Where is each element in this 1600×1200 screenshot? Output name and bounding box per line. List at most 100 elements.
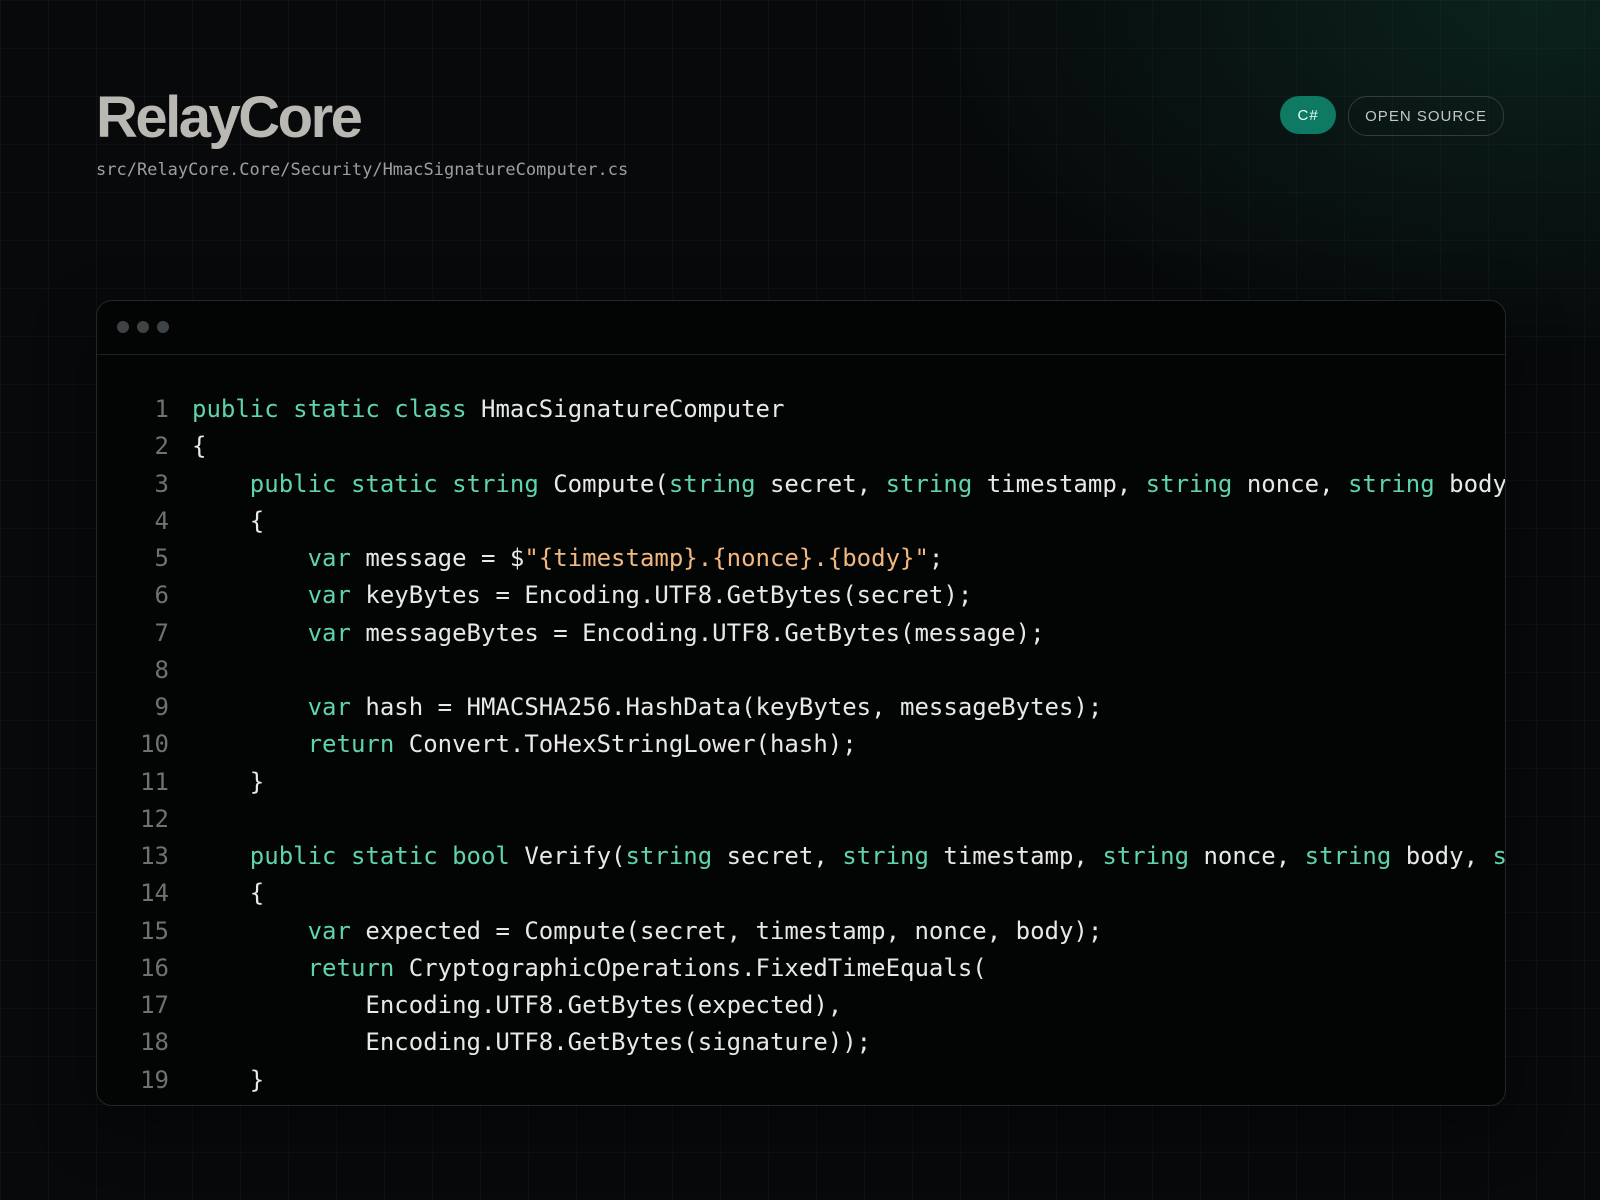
window-titlebar	[97, 301, 1505, 355]
keyword-token: string	[1304, 842, 1392, 870]
code-text: }	[192, 764, 264, 801]
keyword-token: public static bool	[249, 842, 510, 870]
code-text: public static class HmacSignatureCompute…	[192, 391, 784, 428]
line-number: 16	[140, 953, 169, 982]
keyword-token: s	[1492, 842, 1506, 870]
brand-title: RelayCore	[96, 85, 363, 150]
keyword-token: public static string	[249, 469, 539, 498]
line-number: 18	[140, 1028, 169, 1057]
code-line: 19 }	[97, 1062, 1505, 1099]
code-text: var message = $"{timestamp}.{nonce}.{bod…	[192, 540, 944, 577]
code-text: public static bool Verify(string secret,…	[192, 838, 1506, 875]
code-token: keyBytes = Encoding.UTF8.GetBytes(secret…	[350, 581, 973, 610]
file-path: src/RelayCore.Core/Security/HmacSignatur…	[96, 160, 629, 180]
keyword-token: string	[885, 469, 973, 498]
maximize-dot-icon[interactable]	[157, 321, 169, 333]
code-line: 15 var expected = Compute(secret, timest…	[97, 913, 1505, 950]
line-number: 4	[154, 506, 169, 535]
keyword-token: string	[625, 842, 713, 870]
keyword-token: string	[1347, 469, 1435, 498]
window-controls	[117, 321, 169, 333]
string-token: "{timestamp}.{nonce}.{body}"	[524, 544, 929, 572]
code-token: Compute(	[538, 469, 669, 498]
badge-group: C# OPEN SOURCE	[1280, 96, 1504, 136]
keyword-token: string	[842, 842, 929, 870]
line-number: 12	[140, 804, 169, 833]
code-line: 18 Encoding.UTF8.GetBytes(signature));	[97, 1024, 1505, 1061]
line-number: 13	[140, 842, 169, 870]
code-token: }	[192, 767, 265, 796]
keyword-token: public static class	[192, 395, 467, 423]
code-token: message = $	[350, 544, 525, 572]
code-line: 5 var message = $"{timestamp}.{nonce}.{b…	[97, 540, 1505, 577]
code-text: {	[192, 428, 206, 465]
line-number: 5	[154, 544, 169, 572]
code-token: nonce,	[1232, 469, 1348, 498]
code-token: Encoding.UTF8.GetBytes(signature));	[192, 1028, 872, 1057]
code-token: secret,	[712, 842, 843, 870]
line-number: 8	[154, 655, 169, 684]
code-text: return CryptographicOperations.FixedTime…	[192, 950, 987, 987]
line-number: 19	[140, 1065, 169, 1094]
code-line: 16 return CryptographicOperations.FixedT…	[97, 950, 1505, 987]
open-source-badge[interactable]: OPEN SOURCE	[1348, 96, 1504, 136]
keyword-token: var	[307, 693, 351, 721]
line-number: 7	[154, 618, 169, 647]
line-number: 17	[140, 991, 169, 1019]
code-token: messageBytes = Encoding.UTF8.GetBytes(me…	[350, 618, 1045, 647]
code-token: hash = HMACSHA256.HashData(keyBytes, mes…	[350, 693, 1103, 721]
code-token: ;	[928, 544, 944, 572]
code-block[interactable]: 1 public static class HmacSignatureComput…	[97, 391, 1505, 1105]
code-text: {	[192, 503, 264, 540]
code-line: 17 Encoding.UTF8.GetBytes(expected),	[97, 987, 1505, 1024]
line-number: 10	[140, 730, 169, 759]
line-number: 2	[154, 432, 169, 461]
code-text: Encoding.UTF8.GetBytes(signature));	[192, 1024, 871, 1061]
minimize-dot-icon[interactable]	[137, 321, 149, 333]
header: RelayCore src/RelayCore.Core/Security/Hm…	[96, 86, 1504, 196]
code-token: timestamp,	[972, 469, 1146, 498]
code-line: 9 var hash = HMACSHA256.HashData(keyByte…	[97, 689, 1505, 726]
code-token: {	[192, 506, 265, 535]
keyword-token: return	[307, 730, 395, 759]
language-badge[interactable]: C#	[1280, 96, 1337, 134]
code-line: 13 public static bool Verify(string secr…	[97, 838, 1505, 875]
code-token: {	[192, 879, 265, 908]
line-number: 3	[154, 469, 169, 498]
keyword-token: string	[1145, 469, 1233, 498]
close-dot-icon[interactable]	[117, 321, 129, 333]
code-line: 3 public static string Compute(string se…	[97, 466, 1505, 503]
keyword-token: return	[307, 953, 395, 982]
code-line: 4 {	[97, 503, 1505, 540]
code-token: nonce,	[1189, 842, 1305, 870]
keyword-token: var	[307, 618, 351, 647]
line-number: 11	[140, 767, 169, 796]
code-line: 11 }	[97, 764, 1505, 801]
code-token: expected = Compute(secret, timestamp, no…	[350, 916, 1103, 945]
code-window: 1 public static class HmacSignatureComput…	[96, 300, 1506, 1106]
code-line: 2{	[97, 428, 1505, 465]
code-line: 7 var messageBytes = Encoding.UTF8.GetBy…	[97, 615, 1505, 652]
code-token: timestamp,	[928, 842, 1103, 870]
code-token: HmacSignatureComputer	[466, 395, 785, 423]
code-text: }	[192, 1062, 264, 1099]
code-token: CryptographicOperations.FixedTimeEquals(	[394, 953, 987, 982]
code-line: 14 {	[97, 875, 1505, 912]
line-number: 6	[154, 581, 169, 610]
keyword-token: var	[307, 916, 351, 945]
code-text: var keyBytes = Encoding.UTF8.GetBytes(se…	[192, 577, 973, 614]
code-token: }	[192, 1065, 265, 1094]
line-number: 9	[154, 693, 169, 721]
code-token: body,	[1391, 842, 1493, 870]
code-line: 10 return Convert.ToHexStringLower(hash)…	[97, 726, 1505, 763]
keyword-token: var	[307, 581, 351, 610]
code-text: var expected = Compute(secret, timestamp…	[192, 913, 1103, 950]
